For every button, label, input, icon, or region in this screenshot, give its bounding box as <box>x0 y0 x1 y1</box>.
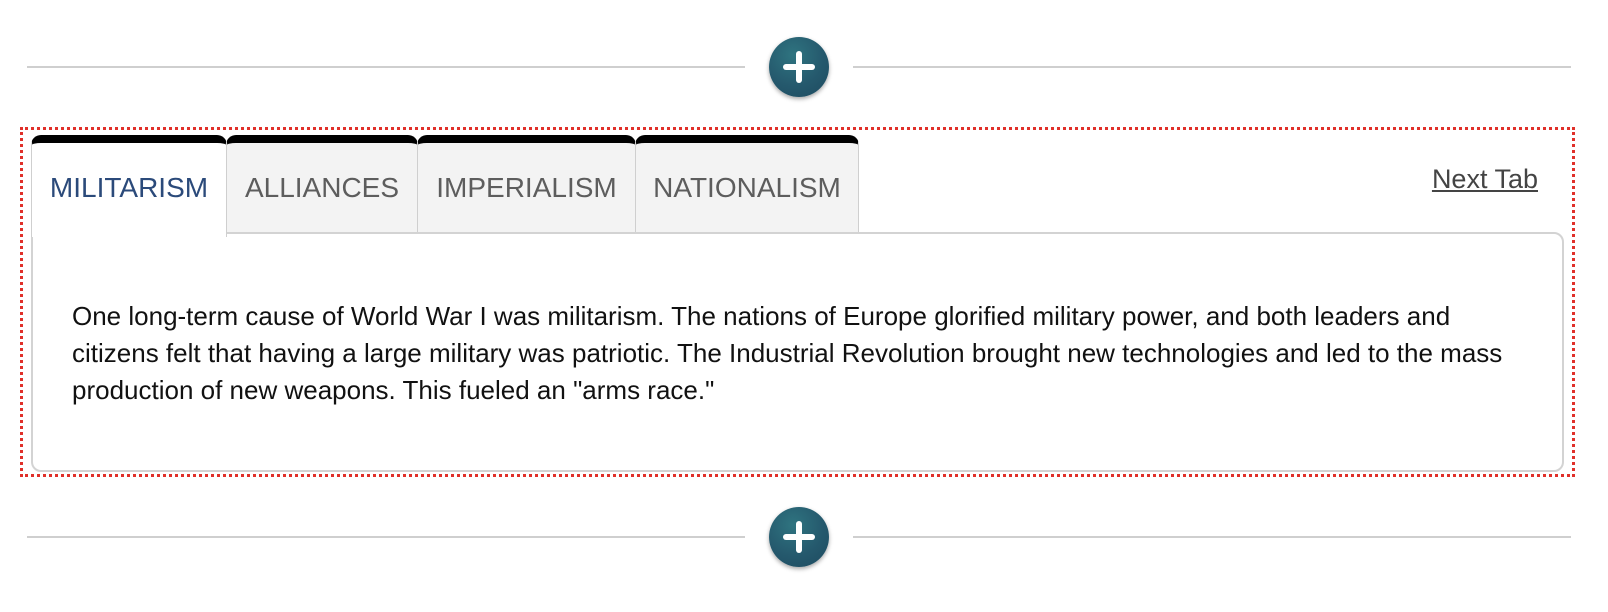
divider-line <box>853 66 1571 68</box>
add-block-row-bottom <box>27 505 1571 569</box>
add-block-button[interactable] <box>769 507 829 567</box>
plus-icon <box>783 51 815 83</box>
tab-imperialism[interactable]: IMPERIALISM <box>417 135 636 233</box>
tabs-block-selected[interactable]: MILITARISM ALLIANCES IMPERIALISM NATIONA… <box>20 127 1575 477</box>
tab-panel-text: One long-term cause of World War I was m… <box>72 301 1503 405</box>
tab-panel: One long-term cause of World War I was m… <box>31 232 1564 472</box>
tab-nationalism[interactable]: NATIONALISM <box>635 135 859 233</box>
divider-line <box>853 536 1571 538</box>
tab-militarism[interactable]: MILITARISM <box>31 135 227 237</box>
divider-line <box>27 66 745 68</box>
add-block-button[interactable] <box>769 37 829 97</box>
tab-alliances[interactable]: ALLIANCES <box>226 135 418 233</box>
divider-line <box>27 536 745 538</box>
add-block-row-top <box>27 35 1571 99</box>
plus-icon <box>783 521 815 553</box>
next-tab-link[interactable]: Next Tab <box>1432 164 1538 195</box>
